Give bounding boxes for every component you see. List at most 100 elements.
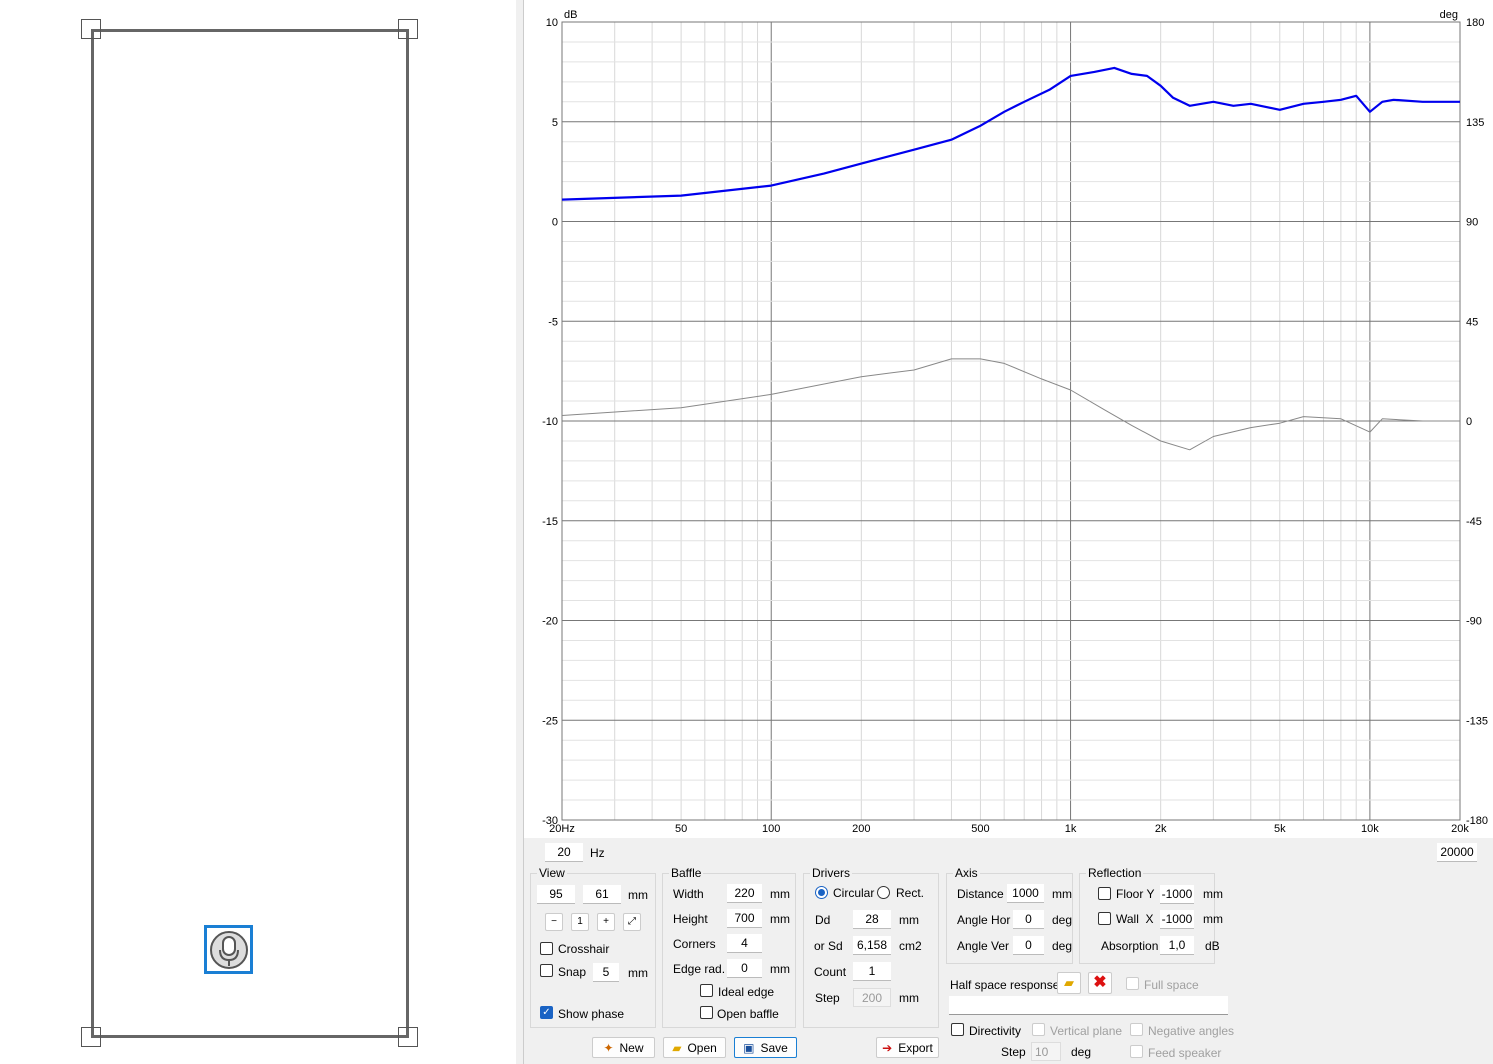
snap-unit: mm [628,966,648,980]
y2-tick-label: -135 [1466,715,1488,727]
export-button[interactable]: ➔ Export [876,1037,939,1058]
y-tick-label: 5 [552,117,558,129]
width-unit: mm [770,887,790,901]
open-baffle-checkbox[interactable] [700,1006,713,1019]
dd-label: Dd [815,913,831,927]
dd-unit: mm [899,913,919,927]
fit-view-icon[interactable]: ⤢ [623,913,641,931]
directivity-checkbox[interactable] [951,1023,964,1036]
zoom-in-icon[interactable]: + [597,913,615,931]
vertical-plane-label: Vertical plane [1050,1024,1123,1038]
directivity-step-input[interactable]: 10 [1031,1042,1061,1061]
y2-tick-label: -180 [1466,815,1488,827]
floor-input[interactable]: -1000 [1160,885,1194,904]
resize-handle-top-right[interactable] [398,19,418,39]
zoom-reset-icon[interactable]: 1 [571,913,589,931]
sd-input[interactable]: 6,158 [853,936,891,955]
x-tick-label: 50 [675,823,687,835]
wall-checkbox[interactable] [1098,912,1111,925]
y-tick-label: -5 [548,316,558,328]
phase-series-line [561,358,1460,451]
resize-handle-bottom-right[interactable] [398,1027,418,1047]
ideal-edge-checkbox[interactable] [700,984,713,997]
freq-unit: Hz [590,846,605,860]
y2-tick-label: -45 [1466,516,1482,528]
angle-hor-label: Angle Hor [957,913,1011,927]
crosshair-checkbox[interactable] [540,942,553,955]
x-tick-label: 200 [852,823,870,835]
wall-input[interactable]: -1000 [1160,910,1194,929]
snap-input[interactable]: 5 [593,963,619,982]
save-button[interactable]: ▣ Save [734,1037,797,1058]
directivity-label: Directivity [969,1024,1022,1038]
axis-title: Axis [953,866,980,880]
y-tick-label: -10 [542,416,558,428]
drivers-title: Drivers [810,866,852,880]
circular-radio[interactable] [815,886,828,899]
open-button[interactable]: ▰ Open [663,1037,726,1058]
y-tick-label: 0 [552,217,558,229]
negative-angles-checkbox[interactable] [1130,1023,1143,1036]
driver-microphone-icon[interactable] [204,925,253,974]
distance-unit: mm [1052,887,1072,901]
negative-angles-label: Negative angles [1148,1024,1235,1038]
x-tick-label: 5k [1274,823,1286,835]
baffle-canvas[interactable] [0,0,516,1064]
open-folder-icon[interactable]: ▰ [1057,972,1081,994]
view-x-input[interactable]: 95 [537,885,575,904]
directivity-step-label: Step [1001,1045,1026,1059]
full-space-checkbox[interactable] [1126,977,1139,990]
height-input[interactable]: 700 [727,909,762,928]
sd-unit: cm2 [899,939,922,953]
y-tick-label: -25 [542,715,558,727]
angle-ver-input[interactable]: 0 [1013,936,1044,955]
resize-handle-bottom-left[interactable] [81,1027,101,1047]
y-tick-label: -15 [542,516,558,528]
show-phase-checkbox[interactable]: ✓ [540,1006,553,1019]
open-label: Open [687,1040,717,1055]
distance-input[interactable]: 1000 [1007,884,1044,903]
height-unit: mm [770,912,790,926]
y2-axis-label: deg [1440,9,1458,21]
freq-min-input[interactable]: 20 [545,843,583,862]
count-input[interactable]: 1 [853,962,891,981]
view-y-input[interactable]: 61 [583,885,621,904]
half-space-file-input[interactable] [949,996,1228,1015]
floor-checkbox[interactable] [1098,887,1111,900]
crosshair-label: Crosshair [558,942,610,956]
y2-tick-label: 90 [1466,217,1478,229]
baffle-outline[interactable] [91,29,409,1038]
corners-input[interactable]: 4 [727,934,762,953]
splitter[interactable] [516,0,524,1064]
half-space-label: Half space response [950,978,1060,992]
freq-max-input[interactable]: 20000 [1437,843,1477,862]
feed-speaker-checkbox[interactable] [1130,1045,1143,1058]
vertical-plane-checkbox[interactable] [1032,1023,1045,1036]
dd-input[interactable]: 28 [853,910,891,929]
angle-hor-unit: deg [1052,913,1073,927]
response-chart: 10 5 0 -5 -10 -15 -20 -25 -30 180 135 90 45 0 -45 -90 -1… [524,0,1493,838]
angle-hor-input[interactable]: 0 [1013,910,1044,929]
absorption-label: Absorption [1101,939,1159,953]
new-button[interactable]: ✦ New [592,1037,655,1058]
driver-step-input[interactable]: 200 [853,988,891,1007]
sd-label: or Sd [814,939,843,953]
snap-checkbox[interactable] [540,964,553,977]
zoom-out-icon[interactable]: − [545,913,563,931]
width-label: Width [673,887,704,901]
width-input[interactable]: 220 [727,884,762,903]
x-tick-label: 10k [1361,823,1379,835]
absorption-input[interactable]: 1,0 [1160,936,1194,955]
x-tick-label: 20k [1451,823,1469,835]
baffle-title: Baffle [669,866,704,880]
rect-radio[interactable] [877,886,890,899]
edge-unit: mm [770,962,790,976]
distance-label: Distance [957,887,1004,901]
view-unit: mm [628,888,648,902]
delete-icon[interactable]: ✖ [1088,972,1112,994]
count-label: Count [814,965,847,979]
y2-tick-label: 0 [1466,416,1472,428]
resize-handle-top-left[interactable] [81,19,101,39]
edge-radius-input[interactable]: 0 [727,959,762,978]
view-title: View [537,866,567,880]
